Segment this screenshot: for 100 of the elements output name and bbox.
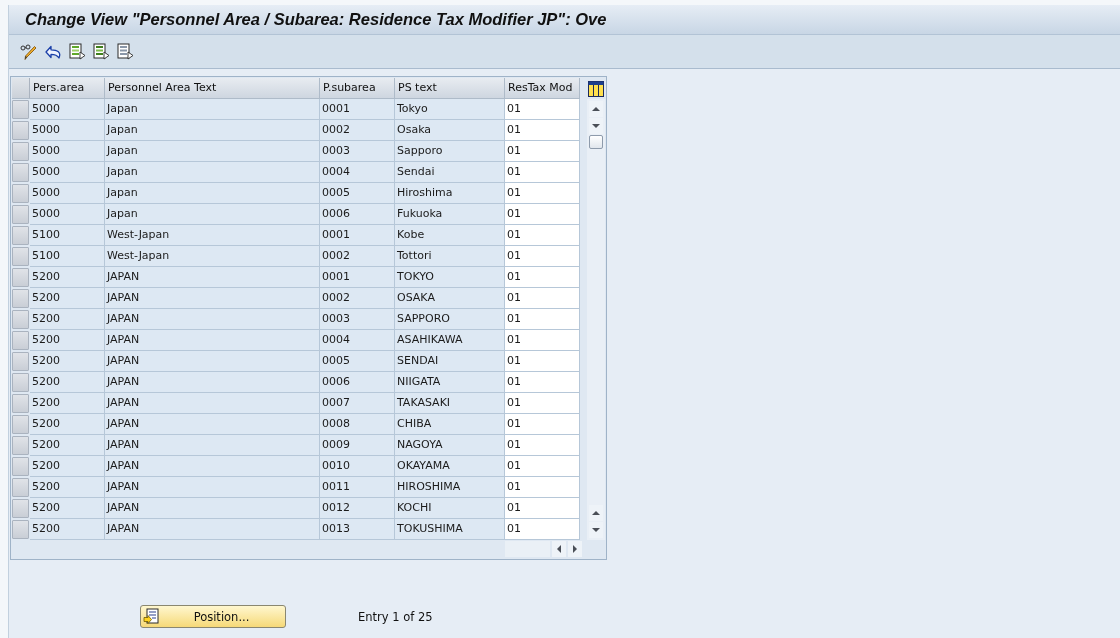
row-selector[interactable] [12,121,29,140]
scroll-right-icon[interactable] [568,541,582,557]
row-selector[interactable] [12,142,29,161]
table-cell: CHIBA [395,414,505,435]
input-field[interactable]: 01 [505,204,580,225]
row-selector[interactable] [12,457,29,476]
row-selector[interactable] [12,289,29,308]
table-cell: 0003 [320,141,395,162]
input-field[interactable]: 01 [505,498,580,519]
table-cell: 0008 [320,414,395,435]
table-cell: Osaka [395,120,505,141]
table-cell: 0011 [320,477,395,498]
input-field[interactable]: 01 [505,267,580,288]
row-selector[interactable] [12,373,29,392]
input-field[interactable]: 01 [505,309,580,330]
row-selector[interactable] [12,247,29,266]
table-cell: 5200 [30,351,105,372]
table-cell: 0005 [320,351,395,372]
row-selector[interactable] [12,100,29,119]
table-cell: JAPAN [105,456,320,477]
table-cell: Japan [105,99,320,120]
row-selector[interactable] [12,520,29,539]
table-cell: NIIGATA [395,372,505,393]
select-all-button[interactable] [12,78,30,99]
table-cell: 5200 [30,498,105,519]
input-field[interactable]: 01 [505,246,580,267]
table-cell: TOKYO [395,267,505,288]
input-field[interactable]: 01 [505,519,580,540]
row-selector[interactable] [12,436,29,455]
table-cell: Kobe [395,225,505,246]
table-cell: JAPAN [105,288,320,309]
table-cell: 5000 [30,141,105,162]
table-cell: Japan [105,183,320,204]
input-field[interactable]: 01 [505,288,580,309]
input-field[interactable]: 01 [505,435,580,456]
row-selector[interactable] [12,331,29,350]
table-cell: 5200 [30,267,105,288]
row-selector[interactable] [12,163,29,182]
table-cell: 5200 [30,414,105,435]
table-cell: 5200 [30,372,105,393]
document-arrow-icon[interactable] [93,43,110,60]
table-cell: Sendai [395,162,505,183]
input-field[interactable]: 01 [505,351,580,372]
input-field[interactable]: 01 [505,372,580,393]
row-selector[interactable] [12,499,29,518]
column-header[interactable]: PS text [395,78,505,99]
row-selector[interactable] [12,394,29,413]
row-selector[interactable] [12,415,29,434]
table-cell: Japan [105,204,320,225]
row-selector[interactable] [12,226,29,245]
row-selector[interactable] [12,310,29,329]
input-field[interactable]: 01 [505,162,580,183]
table-cell: JAPAN [105,309,320,330]
table-cell: JAPAN [105,435,320,456]
table-cell: JAPAN [105,477,320,498]
row-selector[interactable] [12,184,29,203]
document-arrow-icon[interactable] [117,43,134,60]
column-header[interactable]: Personnel Area Text [105,78,320,99]
input-field[interactable]: 01 [505,99,580,120]
row-selector[interactable] [12,205,29,224]
scrollbar-thumb[interactable] [589,135,603,149]
table-cell: 5000 [30,183,105,204]
document-arrow-icon[interactable] [69,43,86,60]
input-field[interactable]: 01 [505,456,580,477]
table-cell: TOKUSHIMA [395,519,505,540]
column-header[interactable]: ResTax Mod [505,78,580,99]
pencil-glasses-icon[interactable] [20,43,38,60]
table-cell: ASAHIKAWA [395,330,505,351]
table-cell: 5100 [30,225,105,246]
entry-count-text: Entry 1 of 25 [358,609,433,624]
table-cell: 0003 [320,309,395,330]
row-selector[interactable] [12,268,29,287]
column-settings-icon[interactable] [588,80,604,97]
column-header[interactable]: Pers.area [30,78,105,99]
input-field[interactable]: 01 [505,225,580,246]
input-field[interactable]: 01 [505,120,580,141]
curved-arrow-icon[interactable] [45,43,62,60]
column-header[interactable]: P.subarea [320,78,395,99]
input-field[interactable]: 01 [505,183,580,204]
table-cell: 0002 [320,246,395,267]
table-cell: 0012 [320,498,395,519]
table-cell: JAPAN [105,351,320,372]
table-cell: 5200 [30,519,105,540]
table-cell: West-Japan [105,225,320,246]
input-field[interactable]: 01 [505,141,580,162]
input-field[interactable]: 01 [505,477,580,498]
table-cell: Hiroshima [395,183,505,204]
table-cell: 5200 [30,309,105,330]
scroll-left-icon[interactable] [552,541,566,557]
input-field[interactable]: 01 [505,393,580,414]
table-cell: JAPAN [105,519,320,540]
input-field[interactable]: 01 [505,330,580,351]
row-selector[interactable] [12,478,29,497]
input-field[interactable]: 01 [505,414,580,435]
table-cell: 5000 [30,120,105,141]
table-cell: 5200 [30,435,105,456]
table-cell: JAPAN [105,414,320,435]
position-button[interactable]: Position... [140,605,286,628]
row-selector[interactable] [12,352,29,371]
table-cell: JAPAN [105,393,320,414]
